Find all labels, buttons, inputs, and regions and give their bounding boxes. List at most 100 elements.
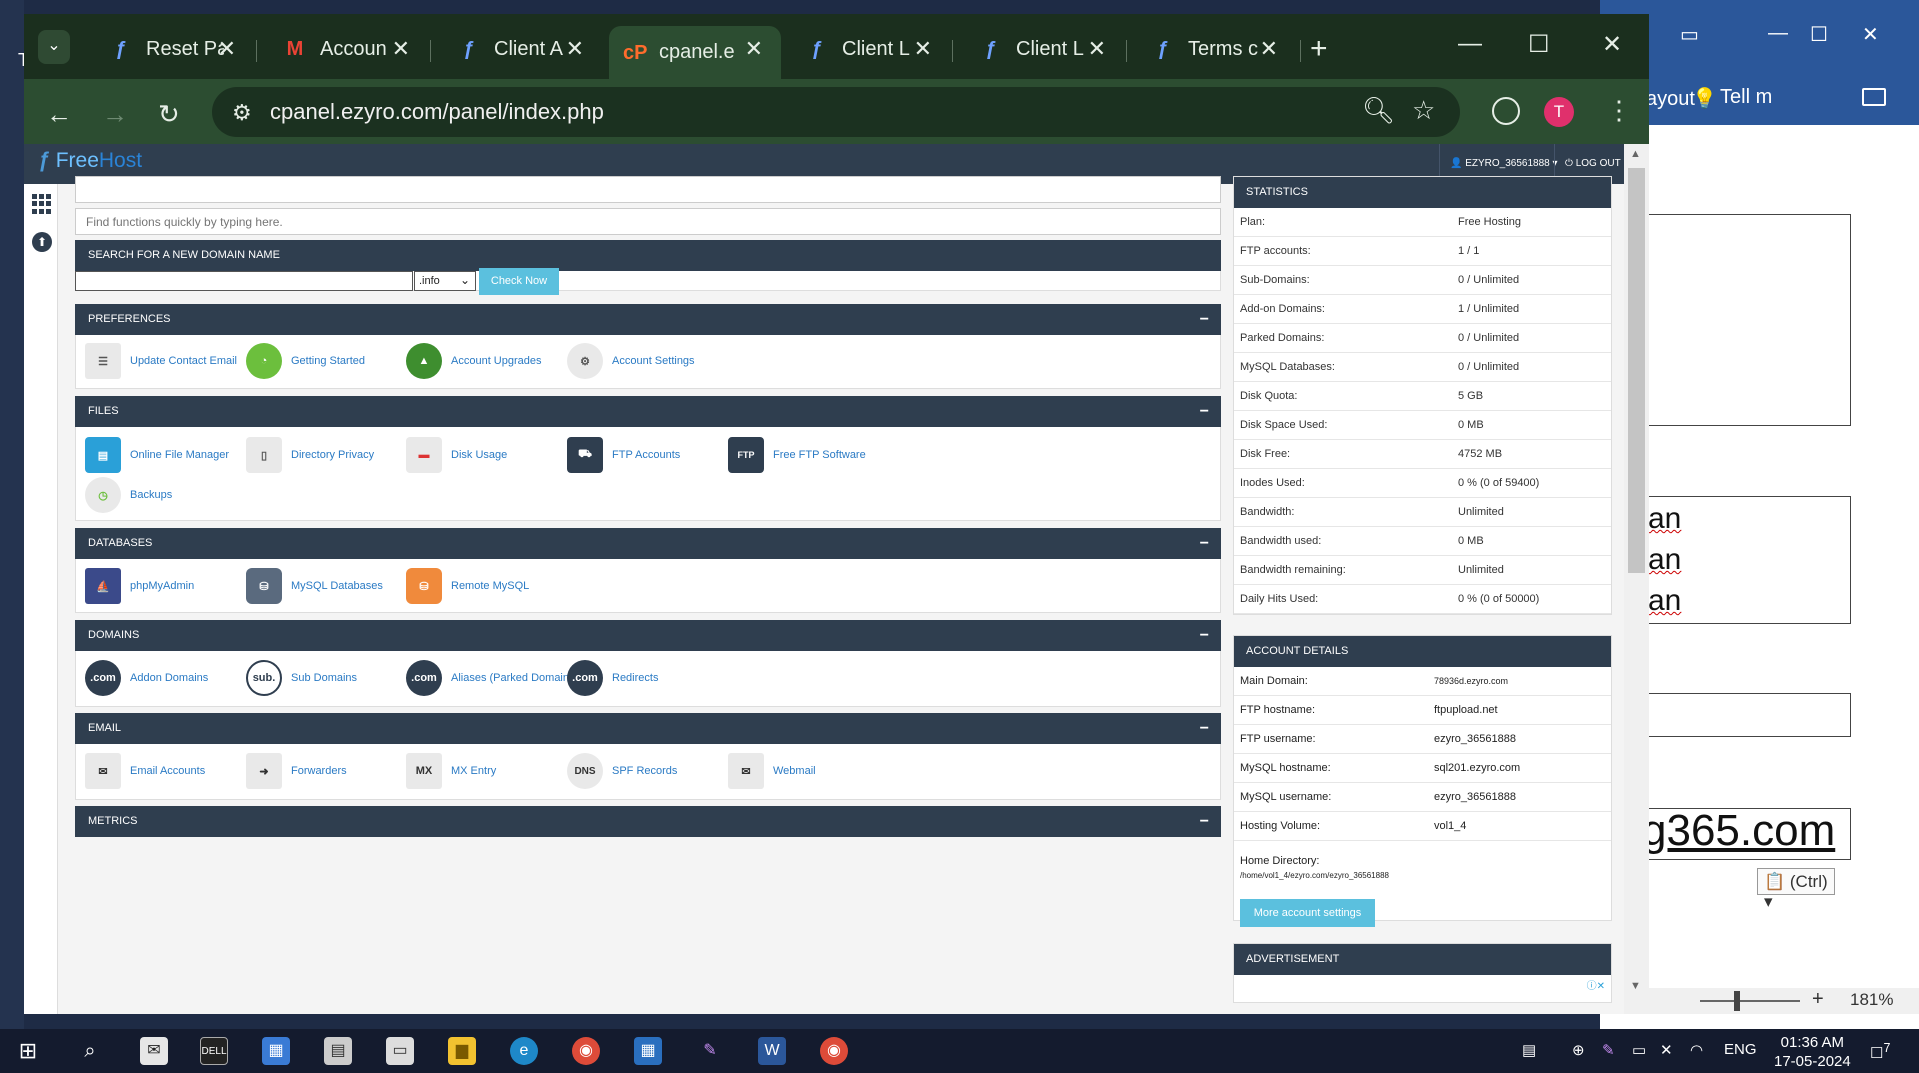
zoom-level[interactable]: 181% bbox=[1850, 990, 1893, 1010]
tab-client-login-2[interactable]: ƒ Client L ✕ bbox=[966, 26, 1124, 72]
news-widget-icon[interactable]: ▤ bbox=[1522, 1041, 1536, 1059]
directory-privacy-link[interactable]: ▯ Directory Privacy bbox=[246, 437, 374, 473]
minimize-icon[interactable]: — bbox=[1458, 30, 1482, 58]
notification-icon[interactable]: ☐7 bbox=[1870, 1041, 1890, 1062]
collapse-icon[interactable]: − bbox=[1200, 806, 1209, 837]
collapse-icon[interactable]: − bbox=[1200, 713, 1209, 744]
pen-app-icon[interactable]: ✎ bbox=[696, 1037, 724, 1065]
app-icon[interactable]: ▦ bbox=[634, 1037, 662, 1065]
addon-domains-link[interactable]: .com Addon Domains bbox=[85, 660, 208, 696]
tell-me-box[interactable]: Tell m bbox=[1720, 86, 1772, 109]
zoom-slider[interactable] bbox=[1734, 991, 1740, 1011]
account-upgrades-link[interactable]: ▲ Account Upgrades bbox=[406, 343, 542, 379]
tab-terms[interactable]: ƒ Terms c ✕ bbox=[1138, 26, 1296, 72]
close-tab-icon[interactable]: ✕ bbox=[914, 36, 932, 62]
clock[interactable]: 01:36 AM 17-05-2024 bbox=[1774, 1033, 1851, 1071]
volume-muted-icon[interactable]: ✕ bbox=[1660, 1041, 1673, 1059]
tab-search-button[interactable]: ⌄ bbox=[38, 30, 70, 64]
tab-gmail-account[interactable]: M Accoun ✕ bbox=[270, 26, 428, 72]
mx-entry-link[interactable]: MX MX Entry bbox=[406, 753, 496, 789]
tld-select[interactable]: .info ⌄ bbox=[414, 271, 476, 291]
function-search-input[interactable] bbox=[75, 208, 1221, 235]
restore-ribbon-icon[interactable]: ▭ bbox=[1680, 22, 1699, 47]
collapse-icon[interactable]: − bbox=[1200, 396, 1209, 427]
tab-client-area[interactable]: ƒ Client A ✕ bbox=[444, 26, 602, 72]
globe-icon[interactable]: ⊕ bbox=[1572, 1041, 1585, 1059]
scroll-up-arrow-icon[interactable]: ▲ bbox=[1630, 148, 1641, 160]
close-tab-icon[interactable]: ✕ bbox=[566, 36, 584, 62]
collapse-icon[interactable]: − bbox=[1200, 304, 1209, 335]
maximize-icon[interactable]: ☐ bbox=[1810, 22, 1828, 47]
email-accounts-link[interactable]: ✉ Email Accounts bbox=[85, 753, 205, 789]
close-icon[interactable]: ✕ bbox=[1862, 22, 1879, 47]
scrollbar-thumb[interactable] bbox=[1628, 168, 1645, 573]
file-explorer-icon[interactable]: ▆ bbox=[448, 1037, 476, 1065]
close-tab-icon[interactable]: ✕ bbox=[392, 36, 410, 62]
battery-icon[interactable]: ▭ bbox=[1632, 1041, 1646, 1059]
maximize-icon[interactable]: ☐ bbox=[1528, 30, 1550, 59]
upload-icon[interactable]: ⬆ bbox=[32, 232, 52, 252]
spf-records-link[interactable]: DNS SPF Records bbox=[567, 753, 677, 789]
ribbon-tab-layout[interactable]: ayout bbox=[1646, 88, 1695, 111]
backups-link[interactable]: ◷ Backups bbox=[85, 477, 172, 513]
pen-tray-icon[interactable]: ✎ bbox=[1602, 1041, 1615, 1059]
scroll-down-arrow-icon[interactable]: ▼ bbox=[1630, 980, 1641, 992]
chrome-profile-icon[interactable]: ◉ bbox=[820, 1037, 848, 1065]
profile-avatar[interactable]: T bbox=[1544, 97, 1574, 127]
search-icon[interactable]: ⌕ bbox=[76, 1037, 104, 1065]
phpmyadmin-link[interactable]: ⛵ phpMyAdmin bbox=[85, 568, 194, 604]
edge-icon[interactable]: e bbox=[510, 1037, 538, 1065]
new-tab-icon[interactable]: + bbox=[1310, 32, 1328, 66]
forwarders-link[interactable]: ➜ Forwarders bbox=[246, 753, 347, 789]
online-file-manager-link[interactable]: ▤ Online File Manager bbox=[85, 437, 229, 473]
page-scrollbar[interactable]: ▲ ▼ bbox=[1624, 144, 1649, 1014]
minimize-icon[interactable]: — bbox=[1768, 22, 1788, 45]
mail-app-icon[interactable]: ✉ bbox=[140, 1037, 168, 1065]
close-tab-icon[interactable]: ✕ bbox=[1088, 36, 1106, 62]
site-info-icon[interactable]: ⚙ bbox=[232, 100, 252, 126]
word-icon[interactable]: W bbox=[758, 1037, 786, 1065]
back-icon[interactable]: ← bbox=[46, 99, 72, 130]
update-contact-email-link[interactable]: ☰ Update Contact Email bbox=[85, 343, 237, 379]
ad-choices-icon[interactable]: ⓘ✕ bbox=[1587, 977, 1605, 992]
menu-kebab-icon[interactable]: ⋮ bbox=[1606, 95, 1632, 126]
dell-icon[interactable]: DELL bbox=[200, 1037, 228, 1065]
aliases-link[interactable]: .com Aliases (Parked Domains) bbox=[406, 660, 578, 696]
performance-icon[interactable] bbox=[1492, 97, 1520, 125]
free-ftp-software-link[interactable]: FTP Free FTP Software bbox=[728, 437, 866, 473]
tab-client-login-1[interactable]: ƒ Client L ✕ bbox=[792, 26, 950, 72]
notepad-icon[interactable]: ▤ bbox=[324, 1037, 352, 1065]
check-now-button[interactable]: Check Now bbox=[479, 268, 559, 295]
sub-domains-link[interactable]: sub. Sub Domains bbox=[246, 660, 357, 696]
remote-mysql-link[interactable]: ⛁ Remote MySQL bbox=[406, 568, 529, 604]
close-tab-icon[interactable]: ✕ bbox=[218, 36, 236, 62]
url-text[interactable]: cpanel.ezyro.com/panel/index.php bbox=[270, 99, 604, 125]
mysql-databases-link[interactable]: ⛁ MySQL Databases bbox=[246, 568, 383, 604]
bookmark-star-icon[interactable]: ☆ bbox=[1412, 95, 1435, 126]
tab-reset-password[interactable]: ƒ Reset Pa ✕ bbox=[96, 26, 254, 72]
address-bar[interactable]: ⚙ cpanel.ezyro.com/panel/index.php 🔍︎ ☆ bbox=[212, 87, 1460, 137]
chrome-icon[interactable]: ◉ bbox=[572, 1037, 600, 1065]
getting-started-link[interactable]: ◔ Getting Started bbox=[246, 343, 365, 379]
redirects-link[interactable]: .com Redirects bbox=[567, 660, 658, 696]
zoom-icon[interactable]: 🔍︎ bbox=[1362, 95, 1395, 126]
zoom-in-icon[interactable]: + bbox=[1812, 988, 1824, 1011]
disk-usage-link[interactable]: ▬ Disk Usage bbox=[406, 437, 507, 473]
domain-name-input[interactable] bbox=[75, 271, 413, 291]
collapse-icon[interactable]: − bbox=[1200, 620, 1209, 651]
more-account-settings-button[interactable]: More account settings bbox=[1240, 899, 1375, 927]
close-window-icon[interactable]: ✕ bbox=[1602, 30, 1622, 59]
account-settings-link[interactable]: ⚙ Account Settings bbox=[567, 343, 695, 379]
wifi-icon[interactable]: ◠ bbox=[1690, 1041, 1703, 1059]
app-window-icon[interactable]: ▭ bbox=[386, 1037, 414, 1065]
comment-icon[interactable] bbox=[1862, 88, 1886, 106]
windows-start-icon[interactable]: ⊞ bbox=[14, 1037, 42, 1065]
tab-cpanel[interactable]: cP cpanel.e ✕ bbox=[609, 26, 781, 79]
webmail-link[interactable]: ✉ Webmail bbox=[728, 753, 816, 789]
control-panel-icon[interactable]: ▦ bbox=[262, 1037, 290, 1065]
reload-icon[interactable]: ↻ bbox=[158, 99, 180, 130]
close-tab-icon[interactable]: ✕ bbox=[745, 36, 763, 62]
ftp-accounts-link[interactable]: ⛟ FTP Accounts bbox=[567, 437, 680, 473]
apps-grid-icon[interactable] bbox=[32, 194, 52, 214]
close-tab-icon[interactable]: ✕ bbox=[1260, 36, 1278, 62]
